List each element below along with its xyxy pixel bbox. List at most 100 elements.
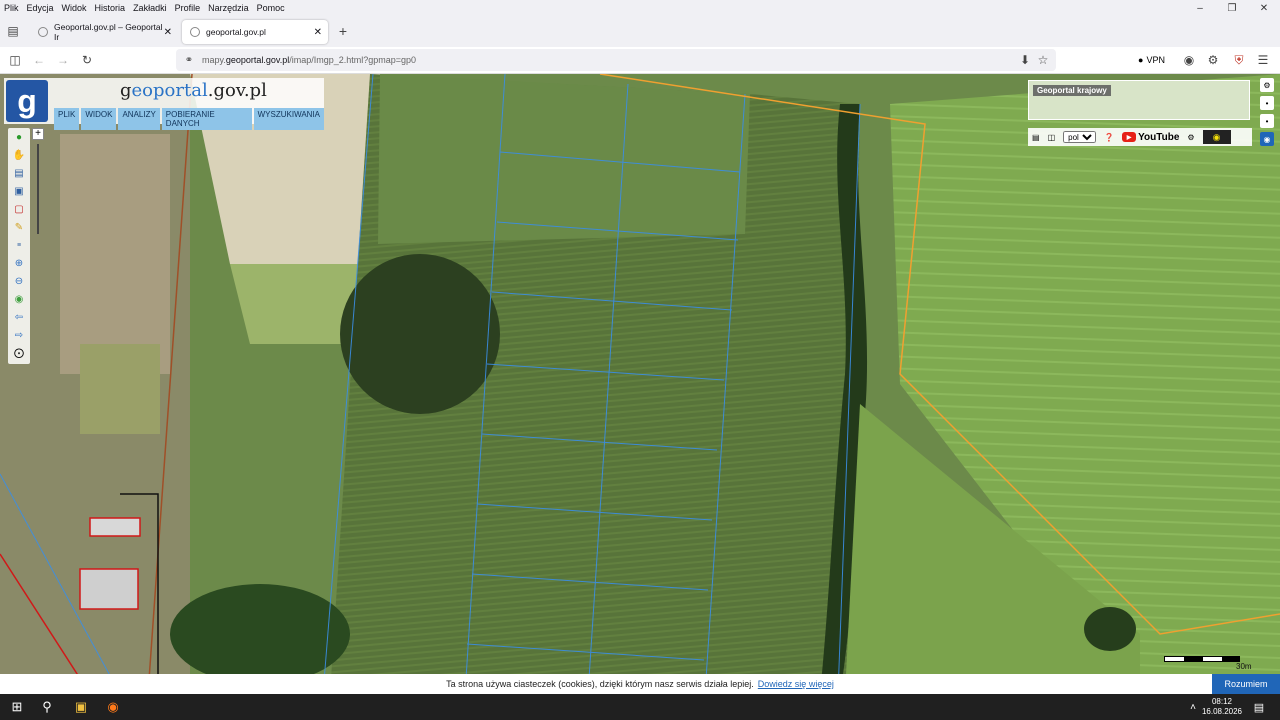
sidebar-icon[interactable]: ◫ [8, 53, 22, 67]
notifications-icon[interactable]: ▤ [1250, 698, 1268, 716]
taskbar: ⊞ ⚲ ▣ ◉ ˄ 08:12 16.08.2026 ▤ [0, 694, 1280, 720]
tab-close-icon[interactable]: ✕ [164, 27, 172, 38]
zoom-plus-button[interactable]: + [32, 128, 44, 140]
hamburger-menu-icon[interactable]: ☰ [1256, 53, 1270, 67]
pan-hand-icon[interactable]: ✋ [8, 146, 30, 164]
tab-bar: ▤ Geoportal.gov.pl – Geoportal Ir ✕ geop… [0, 16, 1280, 47]
collapse-icon[interactable]: • [1260, 96, 1274, 110]
tab-list-icon[interactable]: ▤ [6, 24, 20, 38]
eye-toggle-icon[interactable]: ◉ [1260, 132, 1274, 146]
menu-wyszukiwania[interactable]: WYSZUKIWANIA [253, 108, 324, 130]
vpn-label: VPN [1146, 55, 1165, 65]
clock-time: 08:12 [1211, 697, 1232, 706]
menu-file[interactable]: Plik [4, 3, 19, 13]
map-tools-toolbar: ● ✋ ▤ ▣ ▢ ✎ ≡ ⊕ ⊖ ◉ ⇦ ⇨ ⨀ [8, 128, 30, 364]
close-window-icon[interactable]: ✕ [1248, 0, 1280, 16]
profile-icon[interactable]: ◉ [1182, 53, 1196, 67]
windows-start-icon[interactable]: ⊞ [8, 698, 26, 716]
measure-icon[interactable]: ▢ [8, 200, 30, 218]
zoom-track[interactable] [37, 144, 39, 234]
select-area-icon[interactable]: ▣ [8, 182, 30, 200]
restore-icon[interactable]: ❐ [1216, 0, 1248, 16]
title-suffix: .gov.pl [207, 80, 267, 101]
menu-analizy[interactable]: ANALIZY [118, 108, 160, 130]
search-icon[interactable]: ⚲ [38, 698, 56, 716]
aerial-imagery [0, 74, 1280, 694]
high-contrast-eye-icon[interactable]: ◉ [1202, 130, 1231, 144]
cookie-more-link[interactable]: Dowiedz się więcej [758, 679, 834, 689]
file-explorer-icon[interactable]: ▣ [72, 698, 90, 716]
back-icon[interactable]: ← [32, 53, 46, 67]
vpn-button[interactable]: ● VPN [1138, 55, 1165, 65]
expand-icon[interactable]: • [1260, 114, 1274, 128]
system-clock[interactable]: 08:12 16.08.2026 [1202, 697, 1242, 717]
layers-icon[interactable]: ▤ [8, 164, 30, 182]
accessibility-icon[interactable]: ⚙ [1187, 133, 1194, 142]
url-prefix: mapy. [202, 55, 226, 65]
next-view-icon[interactable]: ⇨ [8, 326, 30, 344]
help-icon[interactable]: ❓ [1104, 133, 1114, 142]
geoportal-favicon-icon [190, 27, 200, 37]
tab-label: geoportal.gov.pl [206, 27, 266, 37]
zoom-in-icon[interactable]: ⊕ [8, 254, 30, 272]
title-prefix: g [120, 80, 132, 101]
globe-icon[interactable]: ◉ [8, 290, 30, 308]
coordinates-icon[interactable]: ≡ [8, 236, 30, 254]
full-extent-icon[interactable]: ⨀ [8, 344, 30, 362]
site-info-icon[interactable]: ⚭ [182, 53, 196, 67]
menu-view[interactable]: Widok [62, 3, 87, 13]
screen-icon[interactable]: ◫ [1048, 133, 1056, 142]
draw-pencil-icon[interactable]: ✎ [8, 218, 30, 236]
title-colored: eoportal [131, 80, 208, 101]
zoom-slider[interactable]: + [32, 128, 46, 258]
clock-date: 16.08.2026 [1201, 707, 1242, 716]
menu-history[interactable]: Historia [95, 3, 126, 13]
geoportal-favicon-icon [38, 27, 48, 37]
print-icon[interactable]: ▤ [1032, 133, 1040, 142]
cookie-accept-button[interactable]: Rozumiem [1212, 674, 1280, 694]
window-controls: – ❐ ✕ [1184, 0, 1280, 16]
menu-tools[interactable]: Narzędzia [208, 3, 249, 13]
menu-help[interactable]: Pomoc [257, 3, 285, 13]
geoportal-menu: PLIK WIDOK ANALIZY POBIERANIE DANYCH WYS… [54, 108, 324, 130]
previous-view-icon[interactable]: ⇦ [8, 308, 30, 326]
menu-plik[interactable]: PLIK [54, 108, 80, 130]
menu-widok[interactable]: WIDOK [81, 108, 117, 130]
geoportal-header: g geoportal.gov.pl PLIK WIDOK ANALIZY PO… [4, 78, 324, 130]
menu-pobieranie-danych[interactable]: POBIERANIE DANYCH [161, 108, 252, 130]
address-bar[interactable]: ⚭ mapy. geoportal.gov.pl/imap/Imgp_2.html… [176, 49, 1056, 71]
menu-bookmarks[interactable]: Zakładki [133, 3, 167, 13]
menu-edit[interactable]: Edycja [27, 3, 54, 13]
tray-chevron-icon[interactable]: ˄ [1184, 698, 1202, 716]
tab-close-icon[interactable]: ✕ [314, 27, 322, 38]
scale-label: 30m [1236, 662, 1252, 671]
youtube-link[interactable]: ▶ YouTube [1122, 132, 1179, 143]
tab-label: Geoportal.gov.pl – Geoportal Ir [54, 22, 163, 42]
cookie-text: Ta strona używa ciasteczek (cookies), dz… [446, 679, 754, 689]
tab-geoportal[interactable]: geoportal.gov.pl ✕ [182, 20, 328, 44]
reload-icon[interactable]: ↻ [80, 53, 94, 67]
youtube-play-icon: ▶ [1122, 132, 1137, 142]
overview-minimap[interactable]: Geoportal krajowy [1028, 80, 1250, 120]
bookmark-star-icon[interactable]: ☆ [1036, 53, 1050, 67]
menu-profiles[interactable]: Profile [175, 3, 201, 13]
vpn-icon: ● [1138, 55, 1144, 65]
info-tool-icon[interactable]: ● [8, 128, 30, 146]
zoom-out-icon[interactable]: ⊖ [8, 272, 30, 290]
map-options-bar: ▤ ◫ pol ❓ ▶ YouTube ⚙ ◉ [1028, 128, 1252, 146]
extensions-icon[interactable]: ⚙ [1206, 53, 1220, 67]
ublock-icon[interactable]: ⛨ [1232, 53, 1246, 67]
navigation-bar: ◫ ← → ↻ ⚭ mapy. geoportal.gov.pl/imap/Img… [0, 47, 1280, 74]
save-page-icon[interactable]: ⬇ [1018, 53, 1032, 67]
forward-icon[interactable]: → [56, 53, 70, 67]
new-tab-icon[interactable]: + [336, 23, 350, 39]
language-select[interactable]: pol [1063, 131, 1097, 143]
tab-geoportal-ir[interactable]: Geoportal.gov.pl – Geoportal Ir ✕ [30, 20, 178, 44]
url-domain: geoportal.gov.pl [225, 55, 290, 65]
minimize-icon[interactable]: – [1184, 0, 1216, 16]
geoportal-logo[interactable]: g [6, 80, 48, 122]
menu-bar: Plik Edycja Widok Historia Zakładki Prof… [0, 0, 1280, 16]
firefox-icon[interactable]: ◉ [104, 698, 122, 716]
map-view[interactable]: g geoportal.gov.pl PLIK WIDOK ANALIZY PO… [0, 74, 1280, 694]
settings-icon[interactable]: ⚙ [1260, 78, 1274, 92]
